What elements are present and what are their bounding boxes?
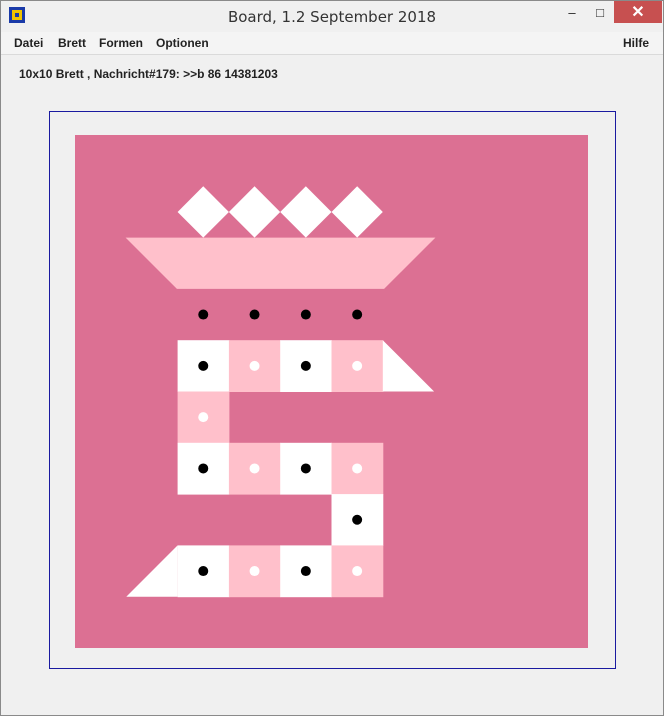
board-dot[interactable] xyxy=(249,463,260,474)
board-dot[interactable] xyxy=(352,309,363,320)
board-dot[interactable] xyxy=(249,309,260,320)
board-dot[interactable] xyxy=(352,566,363,577)
app-window: Board, 1.2 September 2018 – □ ✕ Datei Br… xyxy=(0,0,664,716)
board-dot[interactable] xyxy=(249,360,260,371)
game-board[interactable] xyxy=(1,1,663,715)
board-dot[interactable] xyxy=(249,566,260,577)
board-dot[interactable] xyxy=(352,463,363,474)
board-dot[interactable] xyxy=(198,566,209,577)
board-dot[interactable] xyxy=(198,360,209,371)
crown-band[interactable] xyxy=(125,237,436,289)
board-dot[interactable] xyxy=(198,309,209,320)
board-dot[interactable] xyxy=(198,463,209,474)
board-dot[interactable] xyxy=(300,309,311,320)
board-dot[interactable] xyxy=(352,514,363,525)
board-dot[interactable] xyxy=(300,360,311,371)
board-dot[interactable] xyxy=(352,360,363,371)
board-dot[interactable] xyxy=(198,412,209,423)
board-dot[interactable] xyxy=(300,566,311,577)
board-dot[interactable] xyxy=(300,463,311,474)
